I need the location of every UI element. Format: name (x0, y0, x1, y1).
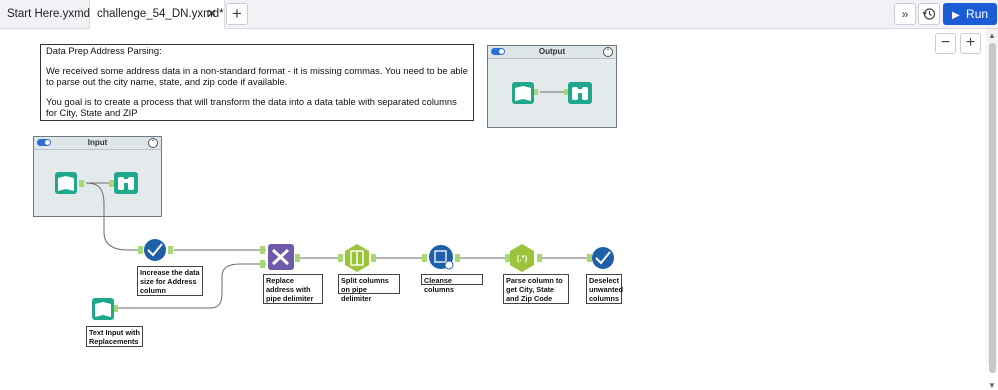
anchor (564, 89, 568, 95)
tool-annotation: Parse column to get City, State and Zip … (503, 274, 569, 304)
browse-tool[interactable] (109, 172, 138, 194)
regex-tool[interactable]: (.*) (505, 244, 542, 272)
regex-icon: (.*) (517, 254, 528, 263)
tool-annotation: Increase the data size for Address colum… (137, 266, 203, 296)
text-input-tool[interactable] (92, 298, 118, 320)
anchor (371, 254, 376, 262)
tool-body (144, 239, 166, 261)
anchor (338, 254, 343, 262)
tool-annotation: Replace address with pipe delimiter (263, 274, 323, 304)
binoculars-icon (572, 87, 578, 100)
anchor (109, 180, 114, 187)
anchor (455, 254, 460, 262)
tool-annotation: Text Input with Replacements (86, 326, 143, 347)
anchor (295, 254, 300, 262)
book-icon (515, 86, 531, 101)
anchor (534, 89, 538, 95)
binoculars-icon (122, 179, 130, 183)
data-cleansing-tool[interactable] (422, 245, 460, 270)
anchor (537, 254, 542, 262)
scroll-down-icon[interactable]: ▼ (988, 381, 996, 390)
anchor (587, 254, 592, 262)
anchor (138, 246, 143, 254)
tool-body (592, 247, 614, 269)
text-to-columns-tool[interactable] (338, 244, 376, 272)
tool-annotation: Deselect unwanted columns (586, 274, 623, 304)
anchor (260, 260, 265, 268)
anchor (505, 254, 510, 262)
anchor (260, 246, 265, 254)
formula-tool[interactable] (260, 244, 300, 270)
select-tool[interactable] (587, 247, 614, 269)
anchor (422, 254, 427, 262)
binoculars-icon (128, 177, 134, 190)
tool-annotation: Split columns on pipe delimiter (338, 274, 400, 303)
input-data-tool[interactable] (55, 172, 84, 194)
cleanse-icon (444, 260, 454, 270)
book-icon (58, 176, 74, 191)
anchor (114, 305, 118, 312)
input-data-tool[interactable] (512, 82, 538, 104)
binoculars-icon (118, 177, 124, 190)
select-tool[interactable] (138, 239, 173, 261)
anchor (79, 180, 84, 187)
book-icon (95, 302, 111, 317)
binoculars-icon (582, 87, 588, 100)
binoculars-icon (576, 89, 584, 93)
workflow-canvas: (.*) (55, 82, 614, 320)
tool-annotation: Cleanse columns (421, 274, 483, 294)
anchor (168, 246, 173, 254)
browse-tool[interactable] (564, 82, 592, 104)
